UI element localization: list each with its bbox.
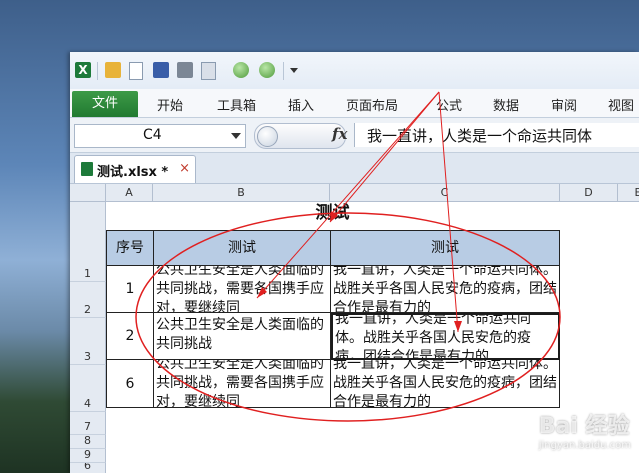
- row-number: 9: [84, 448, 91, 461]
- cell-text: 公共卫生安全是人类面临的共同挑战，需要各国携手应对，要继续同: [156, 360, 324, 408]
- document-tab[interactable]: 测试.xlsx * ×: [74, 155, 196, 183]
- watermark-logo: Bai 经验 jingyan.baidu.com: [539, 408, 631, 451]
- row-header[interactable]: 8: [70, 434, 106, 449]
- row-header[interactable]: 4: [70, 365, 106, 412]
- document-tab-name: 测试.xlsx *: [97, 165, 169, 180]
- column-header-c[interactable]: C: [330, 184, 560, 202]
- column-header-b[interactable]: B: [153, 184, 330, 202]
- table-cell-b[interactable]: 公共卫生安全是人类面临的共同挑战，需要各国携手应对，要继续同: [154, 266, 331, 313]
- undo-icon[interactable]: [233, 62, 249, 78]
- row-number: 2: [84, 303, 91, 316]
- open-folder-icon[interactable]: [105, 62, 121, 78]
- print-preview-icon[interactable]: [201, 62, 216, 80]
- watermark-subtext: jingyan.baidu.com: [538, 440, 631, 451]
- cell-text: 我一直讲，人类是一个命运共同体。战胜关乎各国人民安危的疫病，团结合作是最有力的: [335, 313, 531, 360]
- toolbar-divider: [283, 62, 284, 80]
- insert-function-icon[interactable]: fx: [332, 125, 347, 143]
- formula-input[interactable]: 我一直讲，人类是一个命运共同体: [354, 123, 639, 147]
- tab-formulas[interactable]: 公式: [436, 95, 462, 114]
- redo-icon[interactable]: [259, 62, 275, 78]
- customize-toolbar-chevron-icon[interactable]: [290, 68, 298, 73]
- cell-text: 我一直讲，人类是一个命运共同体。战胜关乎各国人民安危的疫病，团结合作是最有力的: [333, 360, 557, 408]
- tab-data[interactable]: 数据: [493, 95, 519, 114]
- excel-icon[interactable]: X: [75, 62, 91, 78]
- table-cell-c[interactable]: 我一直讲，人类是一个命运共同体。战胜关乎各国人民安危的疫病，团结合作是最有力的: [331, 360, 560, 408]
- header-cell-c[interactable]: 测试: [331, 230, 560, 266]
- row-number: 4: [84, 397, 91, 410]
- select-all-corner[interactable]: [70, 184, 106, 202]
- new-document-icon[interactable]: [129, 62, 143, 80]
- tab-home[interactable]: 开始: [157, 95, 183, 114]
- save-icon[interactable]: [153, 62, 169, 78]
- toolbar-divider: [97, 62, 98, 80]
- header-cell-b[interactable]: 测试: [154, 230, 331, 266]
- close-icon[interactable]: ×: [179, 161, 190, 176]
- tab-page-layout[interactable]: 页面布局: [346, 95, 398, 114]
- table-cell-index[interactable]: 2: [106, 313, 154, 360]
- row-number: 7: [84, 420, 91, 433]
- table-cell-b[interactable]: 公共卫生安全是人类面临的共同挑战: [154, 313, 331, 360]
- print-icon[interactable]: [177, 62, 193, 78]
- chevron-down-icon[interactable]: [231, 133, 241, 139]
- column-header-e[interactable]: E: [618, 184, 639, 202]
- cell-text: 公共卫生安全是人类面临的共同挑战，需要各国携手应对，要继续同: [156, 266, 324, 313]
- tab-insert[interactable]: 插入: [288, 95, 314, 114]
- row-number: 3: [84, 350, 91, 363]
- table-cell-b[interactable]: 公共卫生安全是人类面临的共同挑战，需要各国携手应对，要继续同: [154, 360, 331, 408]
- row-header[interactable]: 1: [70, 202, 106, 282]
- row-header[interactable]: 2: [70, 282, 106, 318]
- table-cell-c[interactable]: 我一直讲，人类是一个命运共同体。战胜关乎各国人民安危的疫病，团结合作是最有力的: [331, 266, 560, 313]
- sheet-title[interactable]: 测试: [106, 205, 559, 222]
- cell-text: 我一直讲，人类是一个命运共同体。战胜关乎各国人民安危的疫病，团结合作是最有力的: [333, 266, 557, 313]
- table-cell-index[interactable]: 6: [106, 360, 154, 408]
- row-number: 8: [84, 434, 91, 447]
- row-number: 1: [84, 267, 91, 280]
- table-cell-c-selected[interactable]: 我一直讲，人类是一个命运共同体。战胜关乎各国人民安危的疫病，团结合作是最有力的: [331, 313, 560, 360]
- tab-file[interactable]: 文件: [72, 91, 138, 117]
- document-tab-strip: 测试.xlsx * ×: [70, 153, 639, 184]
- column-header-a[interactable]: A: [106, 184, 153, 202]
- ribbon-tabs: 文件 开始 工具箱 插入 页面布局 公式 数据 审阅 视图: [70, 89, 639, 118]
- table-cell-index[interactable]: 1: [106, 266, 154, 313]
- header-cell-index[interactable]: 序号: [106, 230, 154, 266]
- watermark-text: Bai 经验: [538, 414, 630, 439]
- excel-file-icon: [81, 162, 93, 176]
- tab-review[interactable]: 审阅: [551, 95, 577, 114]
- name-box-value: C4: [143, 127, 162, 143]
- row-header[interactable]: 9: [70, 448, 106, 463]
- formula-content: 我一直讲，人类是一个命运共同体: [367, 127, 593, 145]
- name-box[interactable]: C4: [74, 124, 246, 148]
- cell-text: 公共卫生安全是人类面临的共同挑战: [156, 317, 324, 352]
- tab-view[interactable]: 视图: [608, 95, 634, 114]
- quick-access-toolbar: X: [70, 52, 639, 89]
- tab-toolbox[interactable]: 工具箱: [217, 95, 256, 114]
- formula-bar: C4 fx 我一直讲，人类是一个命运共同体: [70, 118, 639, 153]
- row-header[interactable]: 3: [70, 318, 106, 365]
- row-header[interactable]: 7: [70, 420, 106, 435]
- toggle-knob-icon: [257, 126, 278, 147]
- column-header-d[interactable]: D: [560, 184, 618, 202]
